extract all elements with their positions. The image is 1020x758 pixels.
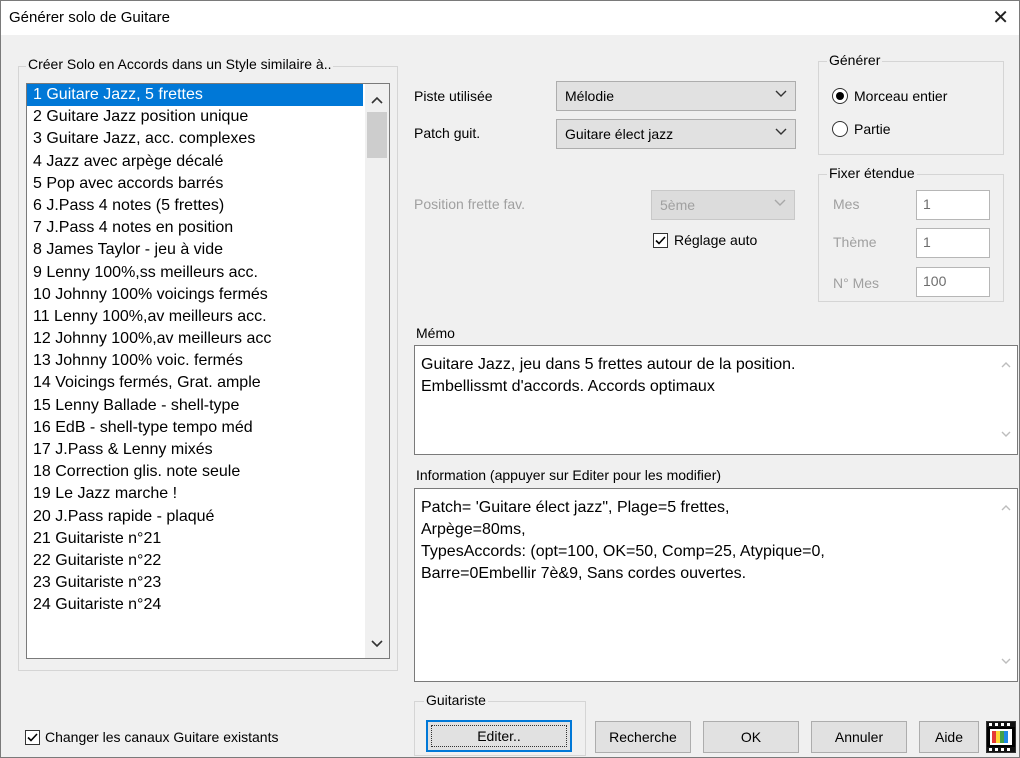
style-list-item[interactable]: 24 Guitariste n°24 [27, 594, 363, 616]
style-list-item[interactable]: 23 Guitariste n°23 [27, 572, 363, 594]
window-title: Générer solo de Guitare [9, 9, 170, 26]
style-group-label: Créer Solo en Accords dans un Style simi… [26, 56, 334, 72]
fret-position-label: Position frette fav. [414, 196, 526, 212]
style-list-scrollbar[interactable] [365, 84, 389, 658]
scroll-down-icon[interactable] [995, 424, 1017, 446]
style-list-item[interactable]: 17 J.Pass & Lenny mixés [27, 439, 363, 461]
style-list-item[interactable]: 19 Le Jazz marche ! [27, 483, 363, 505]
style-list-item[interactable]: 8 James Taylor - jeu à vide [27, 239, 363, 261]
scroll-up-icon[interactable] [995, 497, 1017, 519]
scroll-thumb[interactable] [367, 112, 387, 158]
generate-group [818, 61, 1004, 155]
search-button[interactable]: Recherche [595, 721, 691, 753]
style-list-item[interactable]: 16 EdB - shell-type tempo méd [27, 417, 363, 439]
style-list-item[interactable]: 11 Lenny 100%,av meilleurs acc. [27, 306, 363, 328]
fret-position-select[interactable]: 5ème [651, 190, 795, 220]
range-mes-label: Mes [833, 196, 860, 212]
style-list-item[interactable]: 5 Pop avec accords barrés [27, 173, 363, 195]
chevron-down-icon [775, 87, 787, 101]
style-list-item[interactable]: 7 J.Pass 4 notes en position [27, 217, 363, 239]
generate-group-label: Générer [827, 52, 883, 68]
info-line: Barre=0Embellir 7è&9, Sans cordes ouvert… [421, 565, 747, 582]
track-label: Piste utilisée [414, 88, 493, 104]
style-list-item[interactable]: 9 Lenny 100%,ss meilleurs acc. [27, 262, 363, 284]
range-theme-input[interactable]: 1 [916, 228, 990, 258]
chevron-down-icon [775, 125, 787, 139]
search-button-label: Recherche [609, 729, 677, 745]
scroll-down-icon[interactable] [365, 632, 389, 656]
focus-ring [431, 725, 567, 747]
patch-label: Patch guit. [414, 125, 481, 141]
info-line: Patch= 'Guitare élect jazz", Plage=5 fre… [421, 499, 730, 516]
title-bar: Générer solo de Guitare ✕ [1, 1, 1019, 35]
info-textarea[interactable]: Patch= 'Guitare élect jazz", Plage=5 fre… [414, 488, 1018, 682]
ok-button[interactable]: OK [703, 721, 799, 753]
cancel-button[interactable]: Annuler [811, 721, 907, 753]
info-label: Information (appuyer sur Editer pour les… [416, 467, 722, 483]
style-list-item[interactable]: 21 Guitariste n°21 [27, 528, 363, 550]
radio-part[interactable] [832, 121, 848, 137]
range-mes-input[interactable]: 1 [916, 190, 990, 220]
help-button[interactable]: Aide [919, 721, 979, 753]
memo-line: Embellissmt d'accords. Accords optimaux [421, 378, 715, 395]
patch-select-value: Guitare élect jazz [565, 126, 674, 142]
range-nmes-label: N° Mes [833, 275, 880, 291]
style-list-item[interactable]: 2 Guitare Jazz position unique [27, 106, 363, 128]
style-list-item[interactable]: 4 Jazz avec arpège décalé [27, 151, 363, 173]
cancel-button-label: Annuler [834, 729, 884, 745]
memo-line: Guitare Jazz, jeu dans 5 frettes autour … [421, 356, 796, 373]
edit-button[interactable]: Editer.. [426, 720, 572, 752]
style-list-item[interactable]: 6 J.Pass 4 notes (5 frettes) [27, 195, 363, 217]
scroll-up-icon[interactable] [365, 88, 389, 112]
style-list-item[interactable]: 10 Johnny 100% voicings fermés [27, 284, 363, 306]
range-theme-label: Thème [833, 234, 877, 250]
range-group-label: Fixer étendue [827, 165, 917, 181]
check-icon [655, 236, 666, 245]
scroll-down-icon[interactable] [995, 651, 1017, 673]
track-select-value: Mélodie [565, 88, 615, 104]
style-listbox[interactable]: 1 Guitare Jazz, 5 frettes 2 Guitare Jazz … [26, 83, 390, 659]
info-line: Arpège=80ms, [421, 521, 526, 538]
close-icon[interactable]: ✕ [992, 5, 1009, 30]
auto-setting-checkbox[interactable] [653, 233, 668, 248]
info-line: TypesAccords: (opt=100, OK=50, Comp=25, … [421, 543, 825, 560]
video-help-icon[interactable] [986, 721, 1016, 753]
style-list-item[interactable]: 12 Johnny 100%,av meilleurs acc [27, 328, 363, 350]
change-channels-checkbox[interactable] [25, 730, 40, 745]
radio-whole-song-label: Morceau entier [854, 88, 948, 104]
patch-select[interactable]: Guitare élect jazz [556, 119, 796, 149]
check-icon [27, 733, 38, 742]
radio-part-label: Partie [854, 121, 891, 137]
radio-whole-song[interactable] [832, 88, 848, 104]
info-scrollbar[interactable] [995, 489, 1017, 681]
fret-position-value: 5ème [660, 197, 696, 213]
track-select[interactable]: Mélodie [556, 81, 796, 111]
scroll-up-icon[interactable] [995, 354, 1017, 376]
style-list-item[interactable]: 22 Guitariste n°22 [27, 550, 363, 572]
range-nmes-input[interactable]: 100 [916, 267, 990, 297]
style-list-item[interactable]: 14 Voicings fermés, Grat. ample [27, 372, 363, 394]
style-list-item[interactable]: 3 Guitare Jazz, acc. complexes [27, 128, 363, 150]
style-list-item[interactable]: 1 Guitare Jazz, 5 frettes [27, 84, 363, 107]
style-list-items: 1 Guitare Jazz, 5 frettes 2 Guitare Jazz … [27, 84, 363, 617]
style-list-item[interactable]: 18 Correction glis. note seule [27, 461, 363, 483]
chevron-down-icon [774, 196, 786, 210]
guitarist-group-label: Guitariste [424, 692, 488, 708]
change-channels-label: Changer les canaux Guitare existants [45, 729, 279, 745]
style-list-item[interactable]: 13 Johnny 100% voic. fermés [27, 350, 363, 372]
memo-scrollbar[interactable] [995, 346, 1017, 454]
ok-button-label: OK [740, 729, 762, 745]
style-list-item[interactable]: 20 J.Pass rapide - plaqué [27, 506, 363, 528]
memo-label: Mémo [416, 325, 455, 341]
style-list-item[interactable]: 15 Lenny Ballade - shell-type [27, 395, 363, 417]
memo-textarea[interactable]: Guitare Jazz, jeu dans 5 frettes autour … [414, 345, 1018, 455]
radio-dot [836, 92, 844, 100]
help-button-label: Aide [934, 729, 964, 745]
auto-setting-label: Réglage auto [674, 232, 758, 248]
